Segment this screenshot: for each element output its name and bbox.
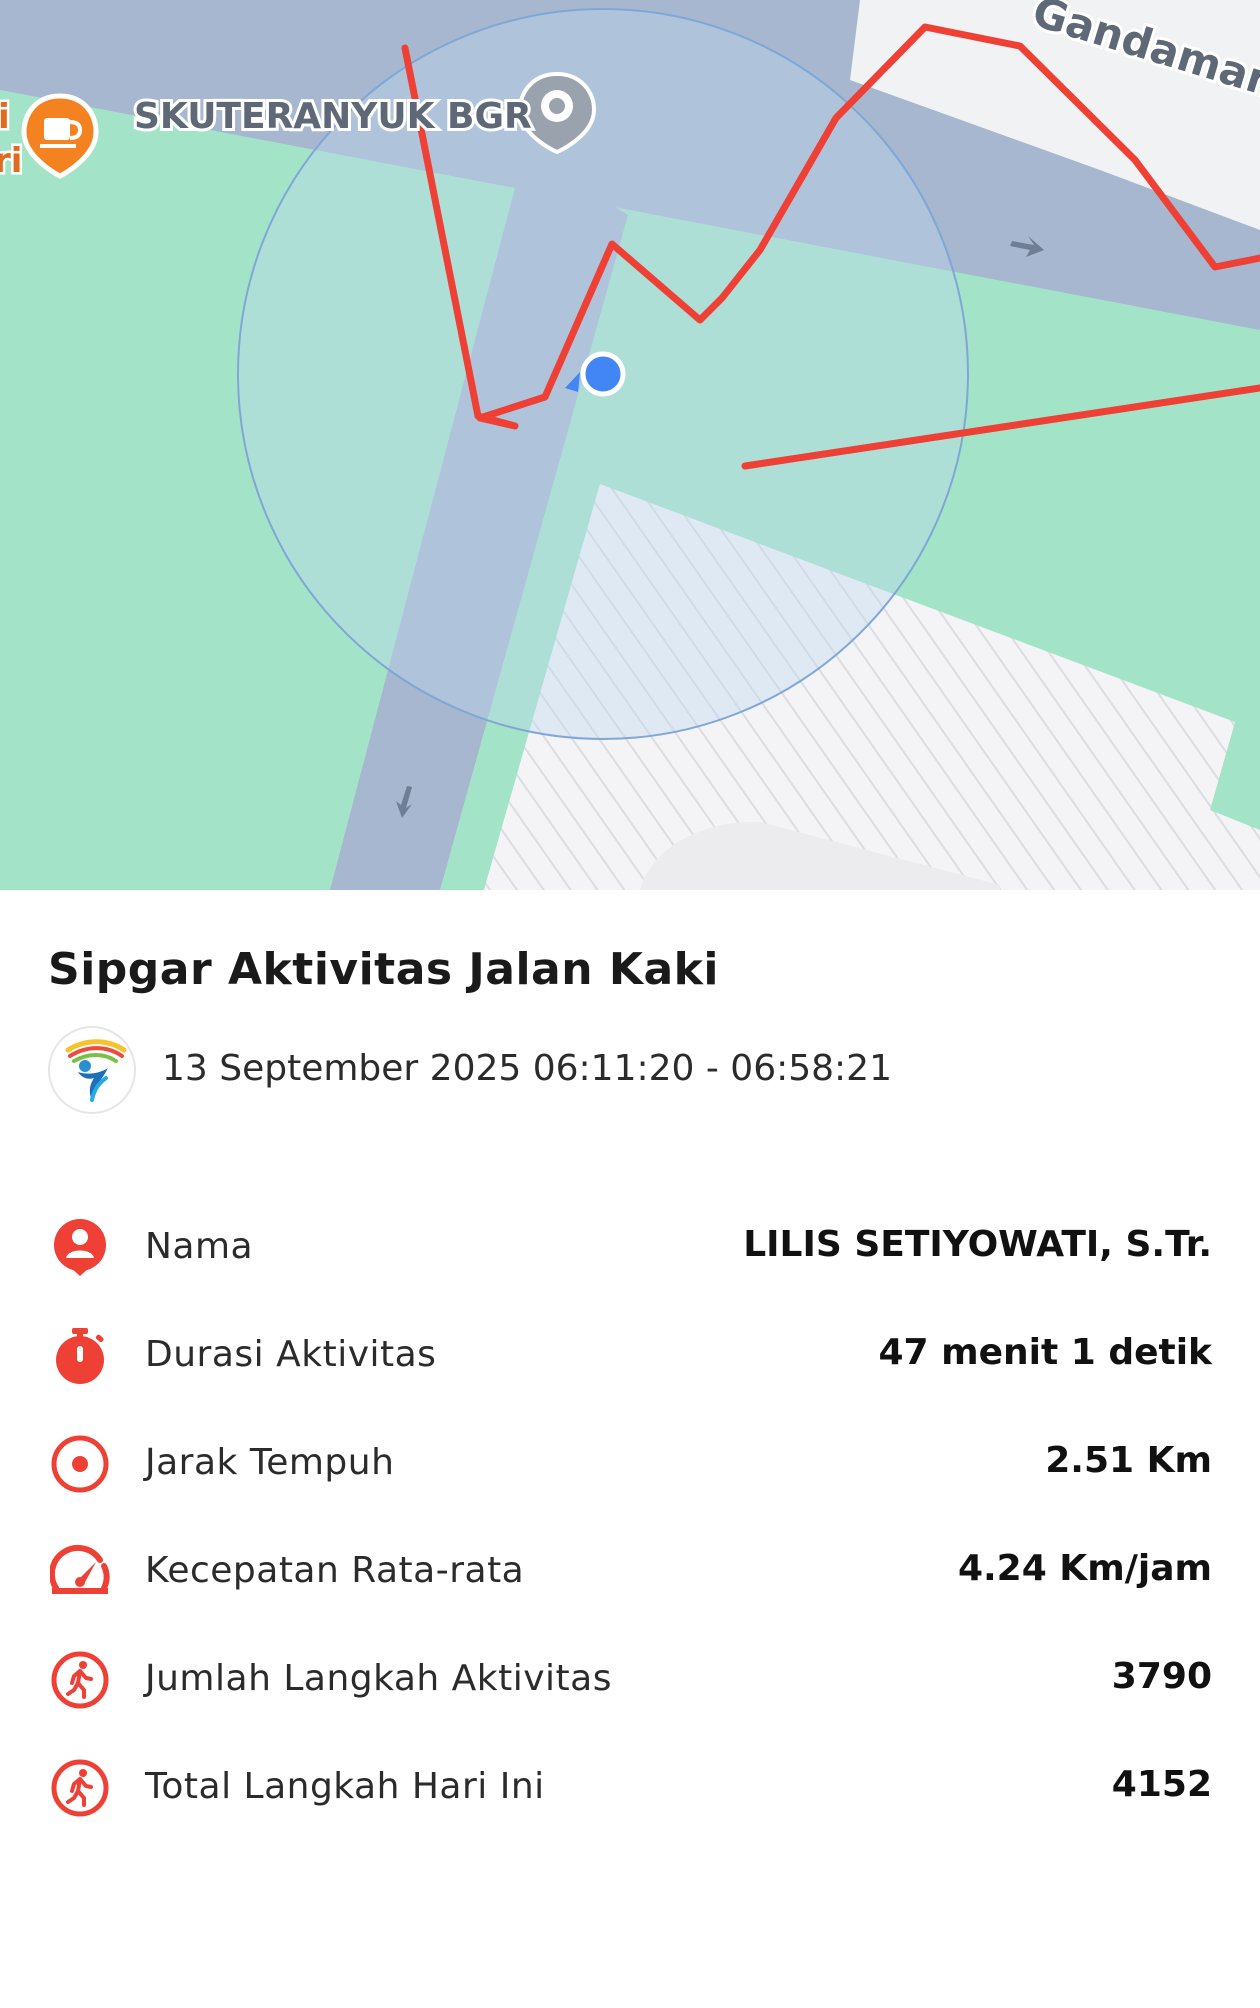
stat-row-kecepatan: Kecepatan Rata-rata 4.24 Km/jam (48, 1532, 1212, 1612)
walking-icon (51, 1759, 109, 1817)
stat-row-jarak: Jarak Tempuh 2.51 Km (48, 1424, 1212, 1504)
stat-label: Jarak Tempuh (145, 1442, 395, 1483)
stat-value: 4.24 Km/jam (957, 1548, 1212, 1589)
card-title: Sipgar Aktivitas Jalan Kaki (48, 944, 720, 995)
stat-value: LILIS SETIYOWATI, S.Tr. (743, 1224, 1212, 1265)
stat-value: 2.51 Km (1045, 1440, 1212, 1481)
stat-row-durasi: Durasi Aktivitas 47 menit 1 detik (48, 1316, 1212, 1396)
stat-value: 4152 (1111, 1764, 1212, 1805)
poi-label-partial-1: i (0, 97, 10, 137)
target-icon (51, 1435, 109, 1493)
stat-label: Kecepatan Rata-rata (145, 1550, 525, 1591)
stat-label: Durasi Aktivitas (145, 1334, 437, 1375)
current-location-dot[interactable] (580, 351, 626, 397)
stat-value: 47 menit 1 detik (878, 1332, 1212, 1373)
stat-label: Total Langkah Hari Ini (145, 1766, 545, 1807)
poi-label-partial-2: ri (0, 141, 22, 181)
activity-datetime: 13 September 2025 06:11:20 - 06:58:21 (162, 1048, 892, 1089)
activity-card: Sipgar Aktivitas Jalan Kaki 13 September… (0, 890, 1260, 2008)
place-label[interactable]: SKUTERANYUK BGR (131, 93, 535, 140)
stat-label: Jumlah Langkah Aktivitas (145, 1658, 612, 1699)
stopwatch-icon (56, 1328, 104, 1384)
stat-row-nama: Nama LILIS SETIYOWATI, S.Tr. (48, 1208, 1212, 1288)
user-icon (54, 1219, 106, 1276)
stat-value: 3790 (1111, 1656, 1212, 1697)
stat-label: Nama (145, 1226, 254, 1267)
stat-row-jumlah-langkah: Jumlah Langkah Aktivitas 3790 (48, 1640, 1212, 1720)
map-view[interactable]: SKUTERANYUK BGR i ri Gandamana (0, 0, 1260, 890)
sipgar-logo (48, 1026, 136, 1114)
map-canvas[interactable]: SKUTERANYUK BGR i ri Gandamana (0, 0, 1260, 890)
stat-row-total-langkah: Total Langkah Hari Ini 4152 (48, 1748, 1212, 1828)
walking-icon (51, 1651, 109, 1709)
speedometer-icon (50, 1544, 110, 1594)
